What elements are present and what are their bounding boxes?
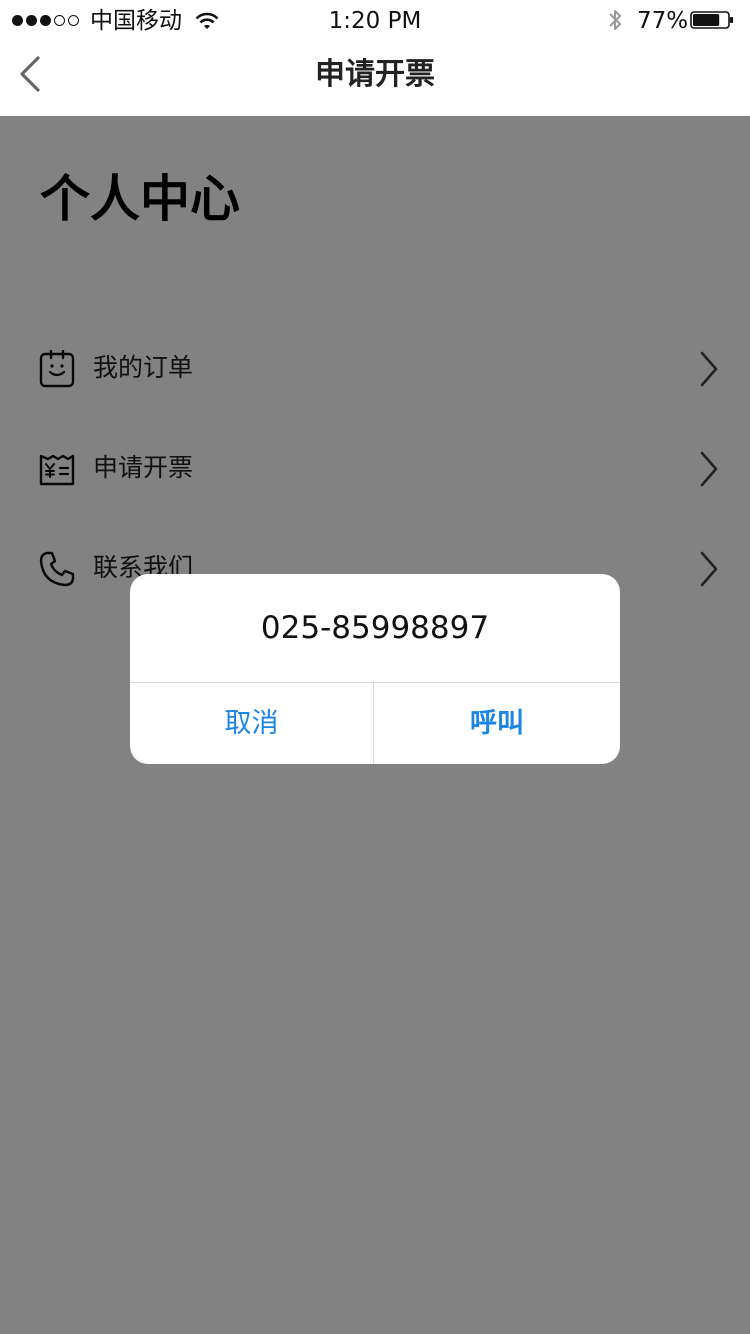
status-bar: 中国移动 1:20 PM 77% <box>0 0 750 42</box>
dialog-phone-number: 025-85998897 <box>260 610 490 646</box>
call-dialog: 025-85998897 取消 呼叫 <box>130 574 620 764</box>
bluetooth-icon <box>609 10 621 30</box>
call-button[interactable]: 呼叫 <box>374 683 620 764</box>
nav-bar: 申请开票 <box>0 42 750 116</box>
battery-percentage: 77% <box>637 8 689 34</box>
nav-title: 申请开票 <box>315 57 435 92</box>
cancel-button[interactable]: 取消 <box>130 683 373 764</box>
battery-icon <box>690 11 733 29</box>
